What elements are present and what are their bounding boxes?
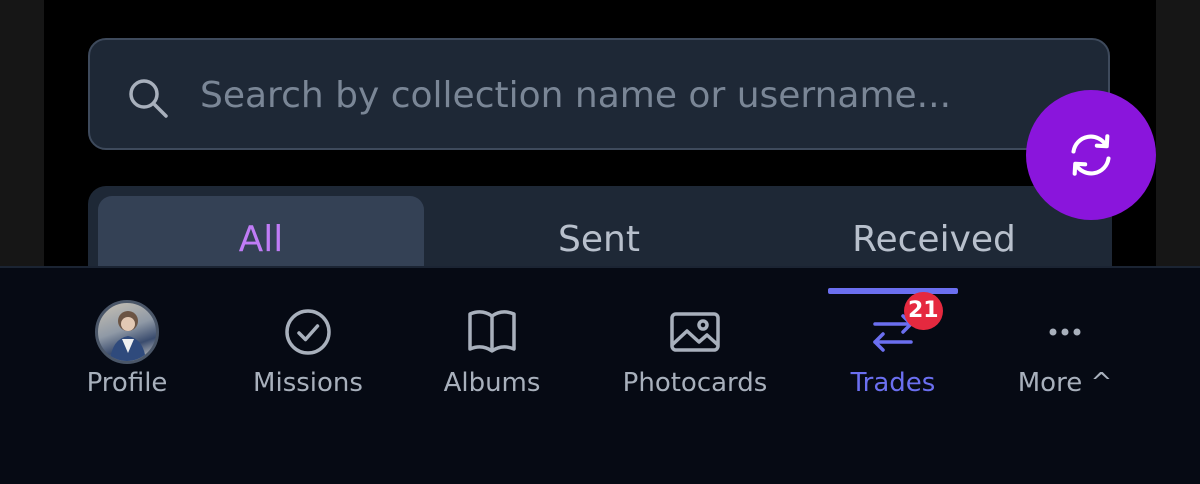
- nav-label-albums: Albums: [443, 368, 541, 398]
- nav-item-profile[interactable]: Profile: [47, 268, 207, 418]
- trades-count-badge: 21: [904, 292, 943, 330]
- search-input[interactable]: Search by collection name or username...: [200, 74, 951, 118]
- nav-label-profile: Profile: [86, 368, 168, 398]
- refresh-button[interactable]: [1026, 90, 1156, 220]
- nav-item-albums[interactable]: Albums: [412, 268, 572, 418]
- avatar: [95, 300, 159, 364]
- nav-item-photocards[interactable]: Photocards: [600, 268, 790, 418]
- nav-label-more: More ^: [1017, 368, 1113, 398]
- nav-item-trades[interactable]: Trades: [813, 268, 973, 418]
- check-circle-icon: [285, 309, 331, 355]
- refresh-icon: [1071, 134, 1111, 176]
- search-bar[interactable]: Search by collection name or username...: [88, 38, 1110, 150]
- nav-item-more[interactable]: More ^: [985, 268, 1145, 418]
- search-icon: [129, 79, 168, 118]
- bottom-navigation: Profile Missions Albums Photocards Trade…: [0, 266, 1200, 484]
- left-margin: [0, 0, 44, 268]
- book-icon: [468, 310, 516, 353]
- nav-label-photocards: Photocards: [622, 368, 768, 398]
- image-icon: [670, 312, 720, 352]
- more-dots-icon: [1049, 328, 1081, 336]
- nav-label-trades: Trades: [850, 368, 936, 398]
- nav-label-missions: Missions: [253, 368, 363, 398]
- nav-item-missions[interactable]: Missions: [228, 268, 388, 418]
- right-margin: [1156, 0, 1200, 268]
